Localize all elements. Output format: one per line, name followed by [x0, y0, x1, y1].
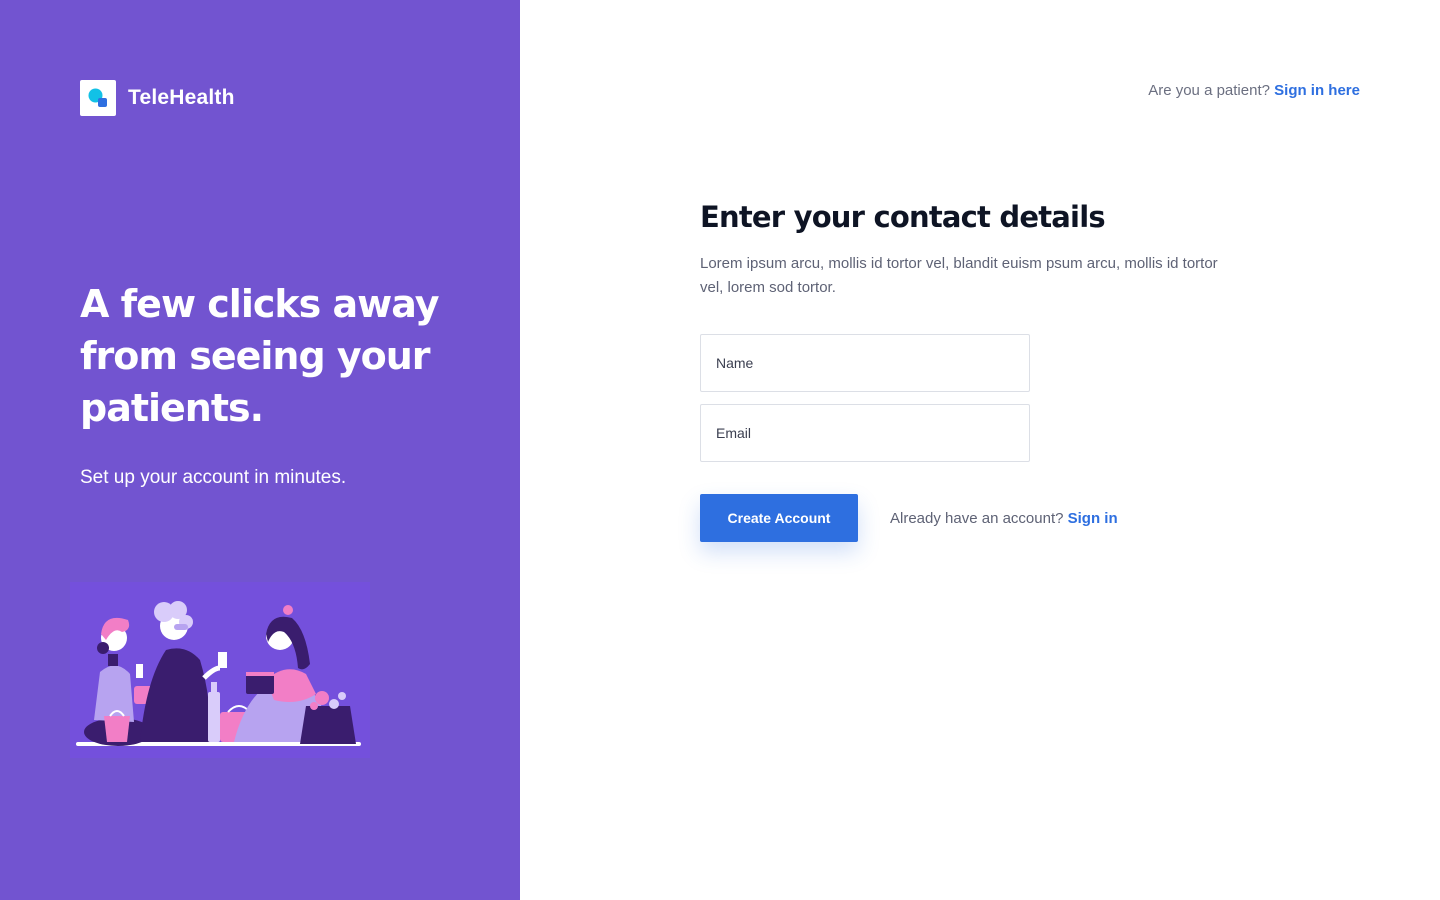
chat-bubbles-logo-icon — [80, 80, 116, 116]
form-description: Lorem ipsum arcu, mollis id tortor vel, … — [700, 255, 1218, 296]
email-input[interactable] — [701, 425, 1029, 441]
brand-name: TeleHealth — [128, 86, 235, 109]
signin-prompt: Already have an account? Sign in — [890, 510, 1118, 527]
patient-prompt-text: Are you a patient? — [1148, 82, 1270, 99]
name-field-wrapper — [700, 334, 1030, 392]
people-celebrating-illustration — [70, 582, 370, 758]
hero-subheading: Set up your account in minutes. — [80, 467, 347, 488]
brand[interactable]: TeleHealth — [80, 80, 235, 116]
name-input[interactable] — [701, 355, 1029, 371]
patient-signin-link[interactable]: Sign in here — [1274, 82, 1360, 99]
signin-link[interactable]: Sign in — [1068, 510, 1118, 527]
form-title: Enter your contact details — [700, 200, 1106, 234]
patient-signin-prompt: Are you a patient? Sign in here — [1148, 82, 1360, 99]
email-field-wrapper — [700, 404, 1030, 462]
left-panel: TeleHealth A few clicks away from seeing… — [0, 0, 520, 900]
contact-form: Enter your contact details Lorem ipsum a… — [700, 196, 1260, 542]
create-account-button[interactable]: Create Account — [700, 494, 858, 542]
signin-prompt-text: Already have an account? — [890, 509, 1064, 527]
form-actions: Create Account Already have an account? … — [700, 494, 1260, 542]
hero-heading: A few clicks away from seeing your patie… — [80, 282, 440, 430]
